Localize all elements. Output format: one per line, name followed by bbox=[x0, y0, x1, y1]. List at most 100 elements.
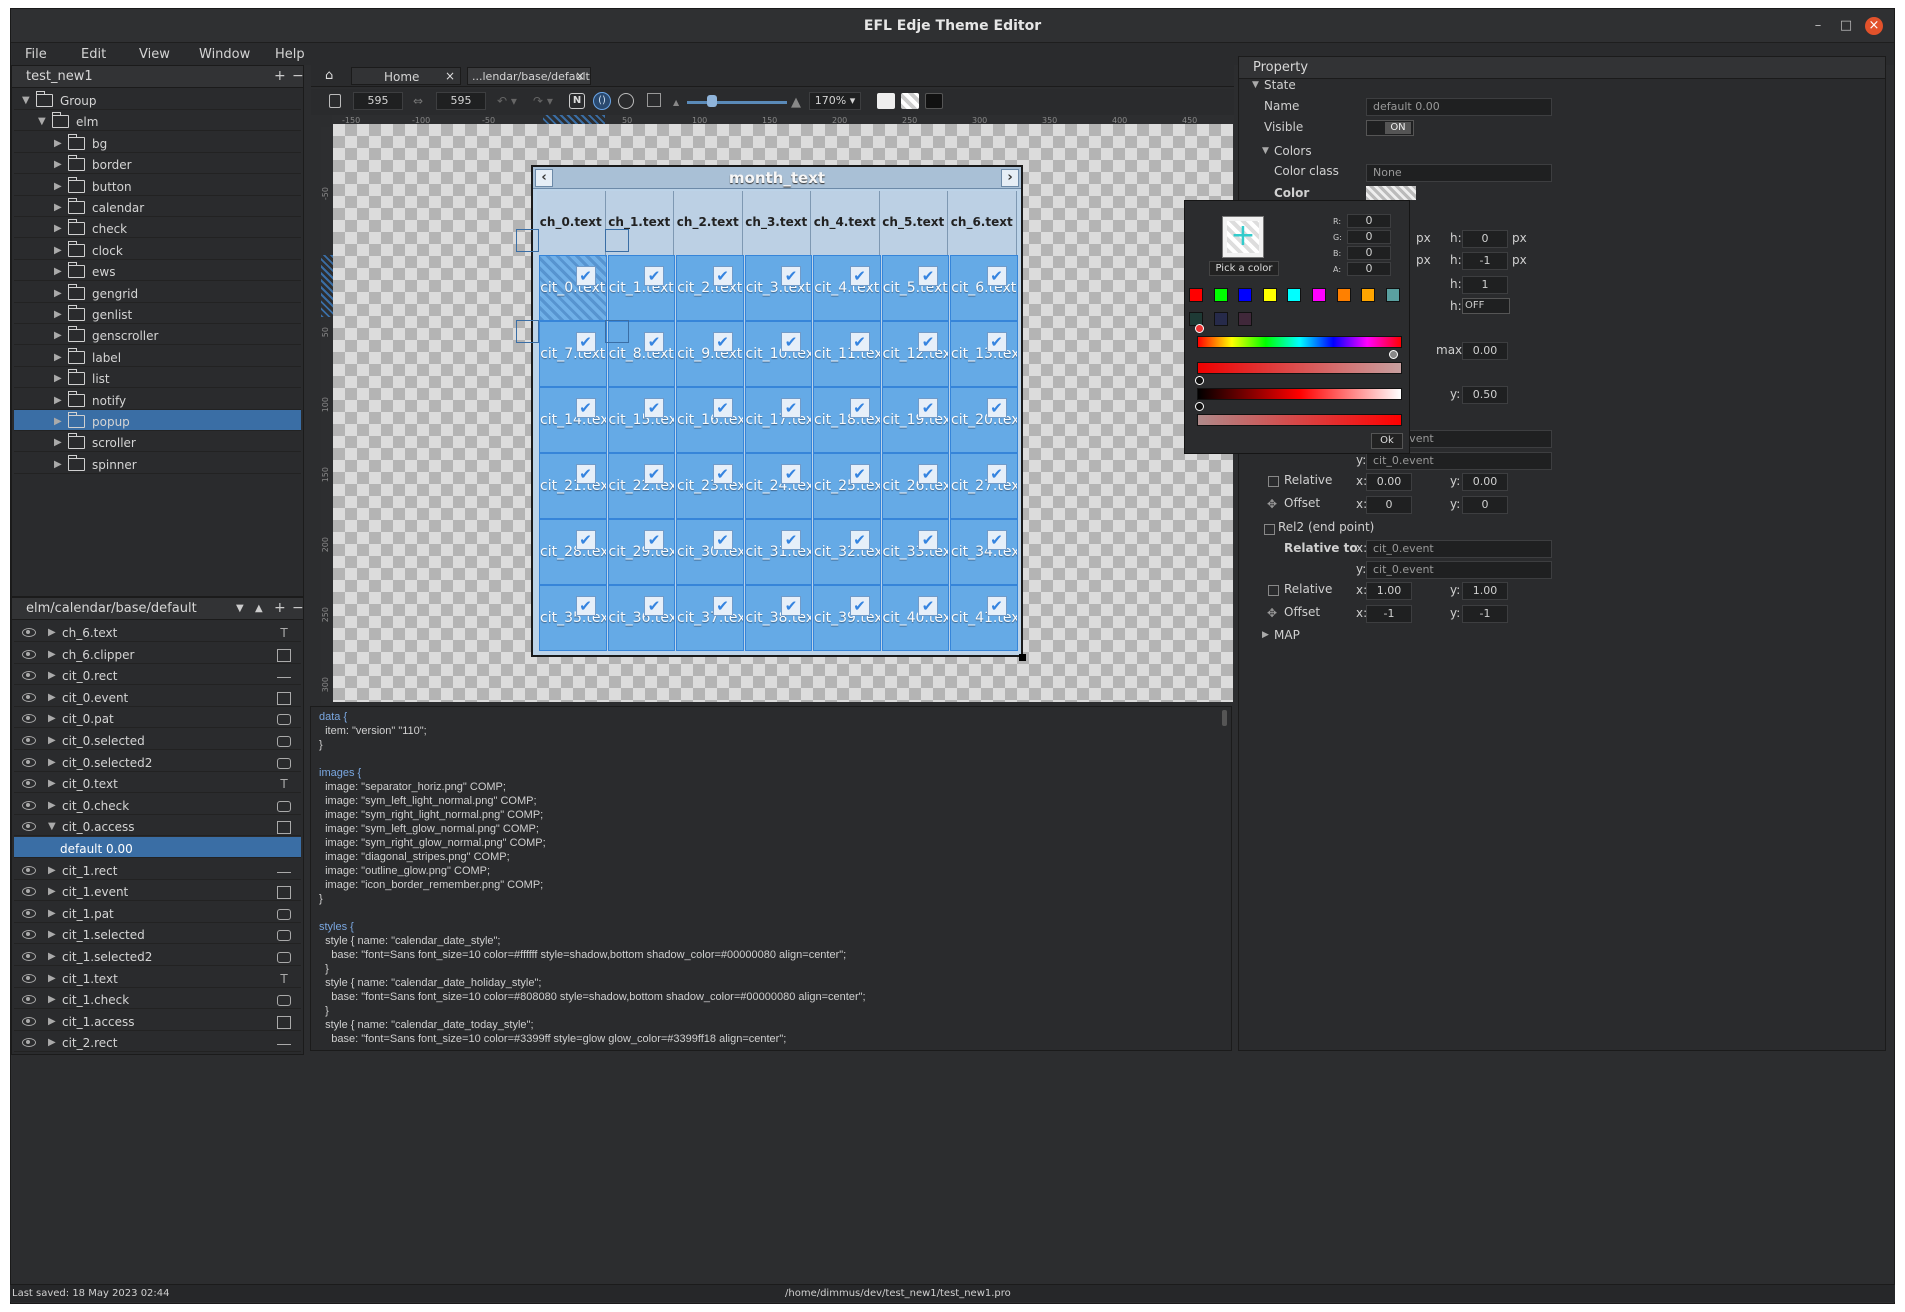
add-icon[interactable]: + bbox=[274, 68, 286, 84]
rel2-offset-y-spinner[interactable]: -1 bbox=[1462, 605, 1508, 623]
part-item[interactable]: ▶ cit_1.selected2 bbox=[14, 945, 301, 966]
expand-arrow-icon[interactable]: ▼ bbox=[48, 821, 56, 832]
source-code-view[interactable]: data { item: "version" "110";} images { i… bbox=[310, 706, 1232, 1051]
expand-arrow-icon[interactable]: ▶ bbox=[48, 1037, 56, 1048]
day-cell[interactable]: cit_32.text✔ bbox=[813, 519, 881, 585]
part-item[interactable]: ▼ cit_0.access bbox=[14, 815, 301, 837]
minimize-icon[interactable]: – bbox=[1809, 17, 1827, 35]
expand-arrow-icon[interactable]: ▶ bbox=[48, 865, 56, 876]
day-cell[interactable]: cit_20.text✔ bbox=[950, 387, 1018, 453]
checkmark-icon[interactable]: ✔ bbox=[849, 266, 870, 286]
day-cell[interactable]: cit_7.text ✔ bbox=[539, 321, 607, 387]
pick-color-button[interactable]: Pick a color bbox=[1209, 261, 1279, 276]
link-icon[interactable]: ⇔ bbox=[413, 94, 423, 108]
checkmark-icon[interactable]: ✔ bbox=[712, 332, 733, 352]
width-spinner[interactable]: 595 bbox=[353, 92, 403, 110]
day-cell[interactable]: cit_39.text✔ bbox=[813, 585, 881, 651]
menu-edit[interactable]: Edit bbox=[81, 47, 106, 62]
tree-item-calendar[interactable]: ▶ calendar bbox=[14, 196, 301, 217]
day-cell[interactable]: cit_16.text✔ bbox=[676, 387, 744, 453]
visibility-eye-icon[interactable] bbox=[22, 692, 36, 702]
visibility-eye-icon[interactable] bbox=[22, 649, 36, 659]
rel2-relative-x-spinner[interactable]: 1.00 bbox=[1366, 582, 1412, 600]
checkmark-icon[interactable]: ✔ bbox=[918, 332, 938, 352]
day-cell[interactable]: cit_27.text✔ bbox=[950, 453, 1018, 519]
zoom-slider-handle[interactable] bbox=[707, 95, 717, 107]
minmul-h-spinner[interactable]: 1 bbox=[1462, 276, 1508, 294]
color-swatch[interactable] bbox=[1361, 288, 1376, 302]
tree-item-ews[interactable]: ▶ ews bbox=[14, 260, 301, 282]
day-cell[interactable]: cit_12.text✔ bbox=[881, 321, 949, 387]
next-month-arrow-icon[interactable]: › bbox=[1001, 169, 1019, 187]
visibility-eye-icon[interactable] bbox=[22, 800, 36, 810]
color-swatch[interactable] bbox=[1262, 288, 1277, 302]
checkmark-icon[interactable]: ✔ bbox=[781, 464, 801, 484]
color-swatch[interactable] bbox=[1213, 288, 1228, 302]
tree-item-spinner[interactable]: ▶ spinner bbox=[14, 453, 301, 474]
expand-arrow-icon[interactable]: ▶ bbox=[54, 159, 62, 170]
undo-icon[interactable]: ↶ ▾ bbox=[497, 94, 517, 108]
tree-item-button[interactable]: ▶ button bbox=[14, 175, 301, 196]
tree-item-label[interactable]: ▶ label bbox=[14, 346, 301, 367]
checkmark-icon[interactable]: ✔ bbox=[644, 464, 664, 484]
expand-arrow-icon[interactable]: ▶ bbox=[48, 713, 56, 724]
zoom-slider[interactable] bbox=[687, 101, 787, 104]
day-cell[interactable]: cit_26.text✔ bbox=[881, 453, 949, 519]
expand-arrow-icon[interactable]: ▶ bbox=[54, 459, 62, 470]
day-cell[interactable]: cit_3.text ✔ bbox=[744, 255, 812, 321]
menu-help[interactable]: Help bbox=[275, 47, 305, 62]
menu-file[interactable]: File bbox=[25, 47, 47, 62]
tree-item-check[interactable]: ▶ check bbox=[14, 217, 301, 239]
code-view-icon[interactable]: () bbox=[593, 92, 611, 110]
checkmark-icon[interactable]: ✔ bbox=[918, 530, 938, 550]
remove-part-icon[interactable]: − bbox=[292, 600, 304, 616]
visibility-eye-icon[interactable] bbox=[22, 865, 36, 875]
fit-icon[interactable] bbox=[647, 93, 661, 107]
demo-view-icon[interactable] bbox=[618, 93, 634, 109]
checkmark-icon[interactable]: ✔ bbox=[849, 398, 870, 418]
expand-arrow-icon[interactable]: ▶ bbox=[54, 266, 62, 277]
alpha-handle[interactable] bbox=[1195, 402, 1204, 411]
zoom-out-icon[interactable]: ▲ bbox=[673, 98, 679, 107]
max-h-spinner[interactable]: -1 bbox=[1462, 252, 1508, 270]
expand-arrow-icon[interactable]: ▶ bbox=[48, 757, 56, 768]
eyedropper-icon[interactable]: + bbox=[1227, 221, 1259, 253]
checkmark-icon[interactable]: ✔ bbox=[849, 332, 870, 352]
visibility-eye-icon[interactable] bbox=[22, 1016, 36, 1026]
checkmark-icon[interactable]: ✔ bbox=[986, 266, 1007, 286]
tree-item-bg[interactable]: ▶ bg bbox=[14, 132, 301, 153]
move-up-icon[interactable]: ▲ bbox=[255, 603, 263, 614]
visibility-eye-icon[interactable] bbox=[22, 671, 36, 681]
add-part-icon[interactable]: + bbox=[274, 600, 286, 616]
part-item[interactable]: ▶ cit_0.selected bbox=[14, 729, 301, 750]
part-item[interactable]: ▶ cit_0.text T bbox=[14, 772, 301, 794]
part-item[interactable]: ▶ cit_0.pat bbox=[14, 707, 301, 729]
part-item[interactable]: ▶ cit_1.rect bbox=[14, 859, 301, 880]
visibility-eye-icon[interactable] bbox=[22, 952, 36, 961]
day-cell[interactable]: cit_35.text✔ bbox=[539, 585, 607, 651]
checkmark-icon[interactable]: ✔ bbox=[986, 332, 1007, 352]
expand-arrow-icon[interactable]: ▶ bbox=[54, 330, 62, 341]
visibility-eye-icon[interactable] bbox=[22, 757, 36, 767]
menu-view[interactable]: View bbox=[139, 47, 170, 62]
redo-icon[interactable]: ↷ ▾ bbox=[533, 94, 553, 108]
checkmark-icon[interactable]: ✔ bbox=[712, 596, 733, 616]
part-item[interactable]: ▶ cit_0.check bbox=[14, 794, 301, 815]
part-item[interactable]: ▶ ch_6.clipper bbox=[14, 643, 301, 664]
expand-arrow-icon[interactable]: ▶ bbox=[48, 800, 56, 811]
day-cell[interactable]: cit_24.text✔ bbox=[744, 453, 812, 519]
rel1-relative-y-spinner[interactable]: 0.00 bbox=[1462, 473, 1508, 491]
part-item[interactable]: ▶ cit_2.rect bbox=[14, 1031, 301, 1053]
expand-arrow-icon[interactable]: ▶ bbox=[48, 929, 56, 940]
expand-arrow-icon[interactable]: ▶ bbox=[54, 181, 62, 192]
day-cell[interactable]: cit_38.text✔ bbox=[744, 585, 812, 651]
visibility-eye-icon[interactable] bbox=[22, 973, 36, 983]
expand-arrow-icon[interactable]: ▶ bbox=[48, 649, 56, 660]
expand-arrow-icon[interactable]: ▶ bbox=[54, 373, 62, 384]
tree-item-notify[interactable]: ▶ notify bbox=[14, 389, 301, 410]
collapse-arrow-icon[interactable]: ▼ bbox=[1252, 80, 1259, 90]
prev-month-arrow-icon[interactable]: ‹ bbox=[535, 169, 553, 187]
checkmark-icon[interactable]: ✔ bbox=[644, 398, 664, 418]
maximize-icon[interactable]: □ bbox=[1837, 17, 1855, 35]
day-cell[interactable]: cit_18.text✔ bbox=[813, 387, 881, 453]
